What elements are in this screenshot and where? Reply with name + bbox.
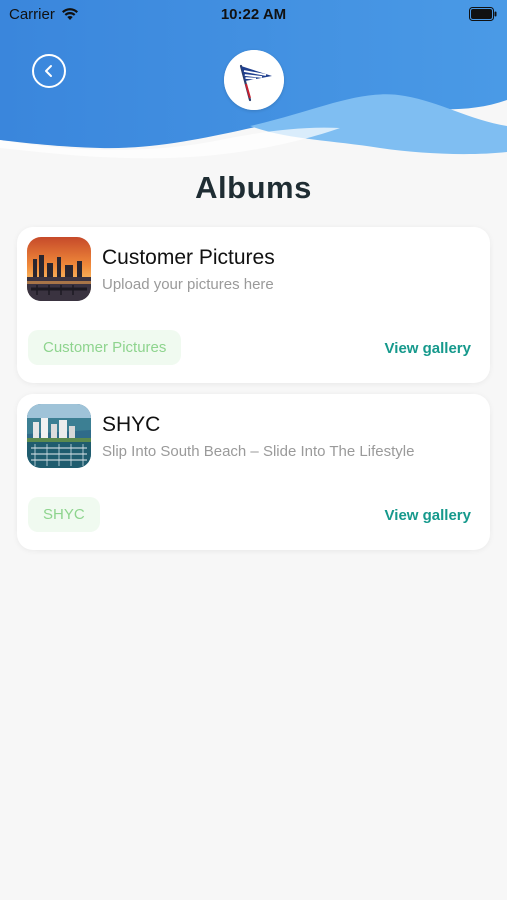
album-subtitle: Slip Into South Beach – Slide Into The L… xyxy=(102,443,415,460)
album-title: Customer Pictures xyxy=(102,246,275,269)
album-tag: Customer Pictures xyxy=(28,330,182,365)
aerial-marina-image xyxy=(27,404,91,468)
album-thumbnail xyxy=(27,404,91,468)
view-gallery-link[interactable]: View gallery xyxy=(385,340,471,357)
burgee-flag-icon xyxy=(224,50,284,110)
album-card[interactable]: SHYC Slip Into South Beach – Slide Into … xyxy=(17,394,490,550)
sunset-marina-image xyxy=(27,237,91,301)
album-subtitle: Upload your pictures here xyxy=(102,276,274,293)
back-button[interactable] xyxy=(32,54,66,88)
chevron-left-icon xyxy=(45,65,52,77)
header: Carrier 10:22 AM xyxy=(0,0,507,165)
album-tag: SHYC xyxy=(28,497,100,532)
album-thumbnail xyxy=(27,237,91,301)
album-card[interactable]: Customer Pictures Upload your pictures h… xyxy=(17,227,490,383)
battery-icon xyxy=(469,7,497,21)
status-time: 10:22 AM xyxy=(220,6,287,23)
status-bar: Carrier 10:22 AM xyxy=(0,0,507,30)
view-gallery-link[interactable]: View gallery xyxy=(385,507,471,524)
album-title: SHYC xyxy=(102,413,161,436)
club-logo xyxy=(224,50,284,110)
page-title: Albums xyxy=(195,170,312,205)
